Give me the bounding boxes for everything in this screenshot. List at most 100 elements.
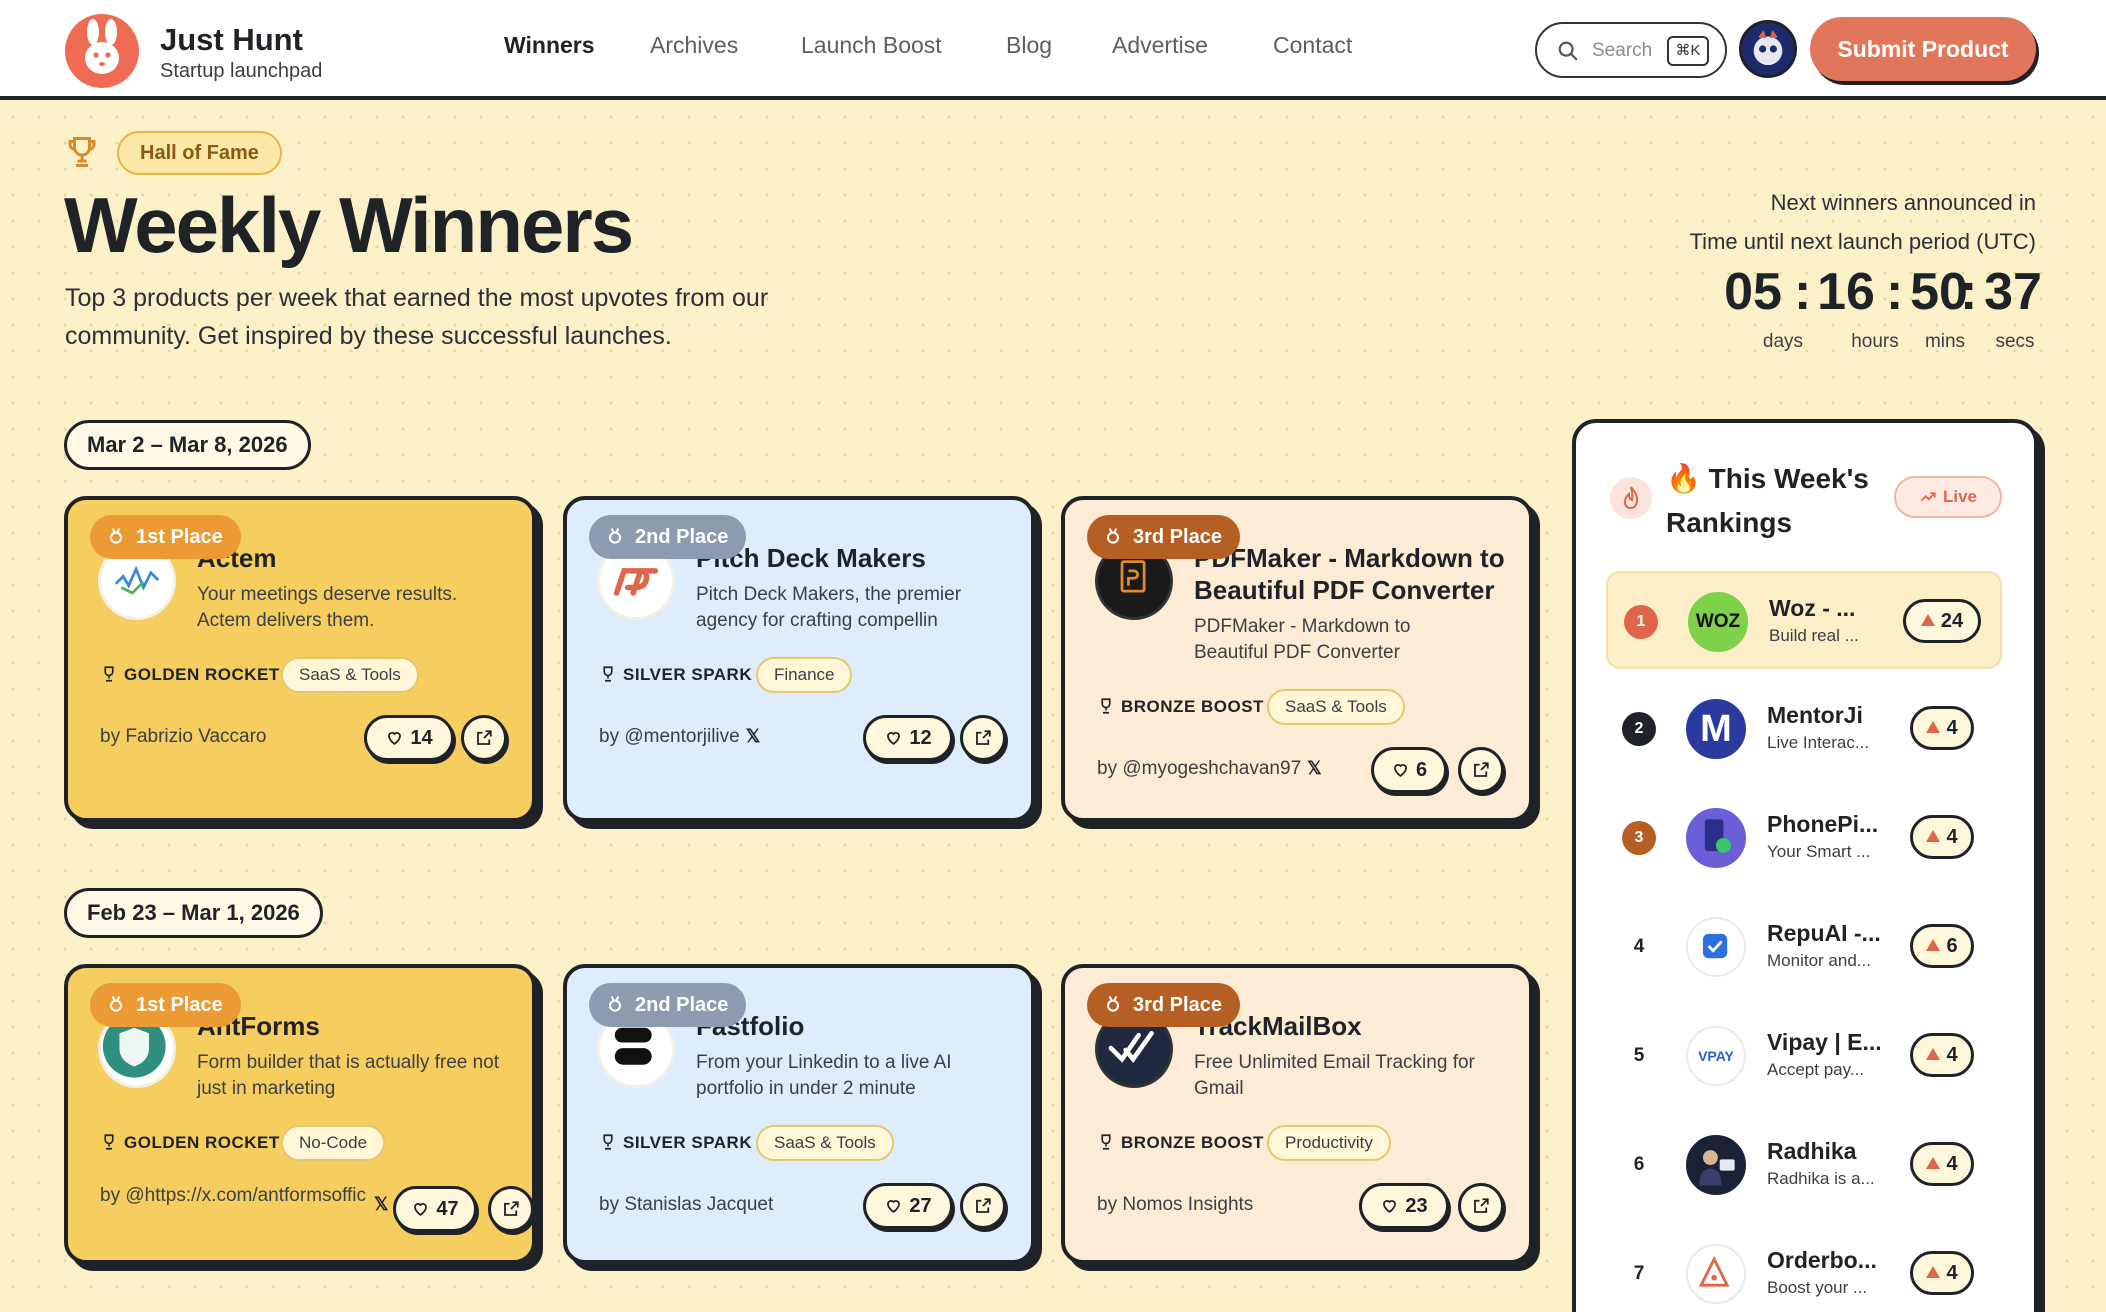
vote-count: 47 — [436, 1198, 459, 1220]
ranking-item[interactable]: 7 Orderbo... Boost your ... 4 — [1606, 1225, 2002, 1312]
user-avatar[interactable] — [1739, 20, 1797, 78]
award-label: GOLDEN ROCKET — [124, 1133, 280, 1152]
place-badge: 2nd Place — [589, 983, 747, 1027]
upvote-button[interactable]: 14 — [364, 715, 454, 761]
heart-icon — [388, 732, 402, 745]
external-link-button[interactable] — [1458, 1183, 1504, 1229]
nav-winners[interactable]: Winners — [504, 32, 595, 59]
maker-credit[interactable]: by @myogeshchavan97 𝕏 — [1097, 758, 1322, 780]
x-logo-icon[interactable]: 𝕏 — [746, 726, 761, 747]
nav-archives[interactable]: Archives — [650, 32, 738, 59]
search-box[interactable]: ⌘K — [1535, 22, 1727, 78]
countdown-mins-label: mins — [1924, 331, 1966, 352]
nav-blog[interactable]: Blog — [1006, 32, 1052, 59]
trophy-icon — [603, 666, 613, 682]
ranking-item[interactable]: 3 PhonePi... Your Smart ... 4 — [1606, 789, 2002, 887]
vote-count: 6 — [1946, 935, 1958, 957]
category-tag[interactable]: SaaS & Tools — [756, 1125, 894, 1161]
upvote-button[interactable]: 4 — [1910, 706, 1974, 750]
upvote-button[interactable]: 6 — [1910, 924, 1974, 968]
upvote-arrow-icon — [1920, 614, 1935, 626]
category-tag[interactable]: No-Code — [281, 1125, 386, 1161]
rank-number: 2 — [1622, 712, 1656, 746]
maker-credit[interactable]: by @mentorjilive 𝕏 — [599, 726, 760, 748]
countdown-separator: : — [1960, 263, 1978, 321]
search-input[interactable] — [1592, 37, 1678, 65]
upvote-arrow-icon — [1926, 1048, 1941, 1060]
category-tag[interactable]: SaaS & Tools — [1267, 689, 1405, 725]
ranking-item[interactable]: 1 WOZ Woz - ... Build real ... 24 — [1606, 571, 2002, 669]
upvote-button[interactable]: 27 — [863, 1183, 953, 1229]
rabbit-logo-icon[interactable] — [65, 14, 139, 88]
award-name: BRONZE BOOST — [1097, 1133, 1264, 1153]
product-description: Your Smart ... — [1767, 842, 1871, 861]
ranking-item[interactable]: 6 Radhika Radhika is a... 4 — [1606, 1116, 2002, 1214]
external-link-button[interactable] — [960, 1183, 1006, 1229]
x-logo-icon[interactable]: 𝕏 — [374, 1194, 389, 1215]
category-tag[interactable]: Productivity — [1267, 1125, 1391, 1161]
upvote-button[interactable]: 6 — [1371, 747, 1447, 793]
maker-credit[interactable]: by @https://x.com/antformsoffic — [100, 1182, 370, 1209]
trophy-icon — [68, 137, 96, 167]
flame-icon — [1610, 477, 1652, 519]
external-link-icon — [477, 730, 492, 745]
external-link-button[interactable] — [960, 715, 1006, 761]
trending-up-icon — [1920, 492, 1936, 502]
rank-number: 4 — [1633, 936, 1645, 957]
submit-product-button[interactable]: Submit Product — [1810, 17, 2036, 81]
upvote-button[interactable]: 4 — [1910, 1033, 1974, 1077]
product-logo — [1686, 1135, 1746, 1195]
external-link-button[interactable] — [488, 1186, 534, 1232]
maker-credit[interactable]: by Nomos Insights — [1097, 1194, 1253, 1216]
nav-contact[interactable]: Contact — [1273, 32, 1352, 59]
category-tag[interactable]: Finance — [756, 657, 853, 693]
ranking-item[interactable]: 5 VPAY Vipay | E... Accept pay... 4 — [1606, 1007, 2002, 1105]
product-description: Live Interac... — [1767, 733, 1870, 752]
product-name[interactable]: PDFMaker - Markdown to Beautiful PDF Con… — [1194, 542, 1514, 606]
ranking-item[interactable]: 4 RepuAI -... Monitor and... 6 — [1606, 898, 2002, 996]
nav-advertise[interactable]: Advertise — [1112, 32, 1208, 59]
product-description: Pitch Deck Makers, the premier agency fo… — [696, 584, 962, 631]
winner-card[interactable]: 3rd Place PDFMaker - Markdown to Beautif… — [1061, 496, 1533, 822]
brand[interactable]: Just Hunt Startup launchpad — [160, 22, 322, 84]
upvote-button[interactable]: 23 — [1359, 1183, 1449, 1229]
medal-icon — [1107, 527, 1119, 544]
upvote-button[interactable]: 12 — [863, 715, 953, 761]
winner-card[interactable]: 2nd Place Pitch Deck Makers Pitch Deck M… — [563, 496, 1035, 822]
page-subtitle: Top 3 products per week that earned the … — [65, 284, 769, 350]
heart-icon — [1394, 764, 1407, 777]
hall-of-fame-badge: Hall of Fame — [117, 131, 282, 175]
maker-credit[interactable]: by Stanislas Jacquet — [599, 1194, 773, 1216]
upvote-button[interactable]: 4 — [1910, 1251, 1974, 1295]
product-logo — [1686, 1244, 1746, 1304]
place-label: 1st Place — [136, 526, 223, 548]
upvote-button[interactable]: 24 — [1903, 599, 1981, 643]
upvote-arrow-icon — [1926, 939, 1941, 951]
medal-icon — [609, 995, 621, 1012]
external-link-button[interactable] — [1458, 747, 1504, 793]
logo-text: WOZ — [1695, 611, 1741, 632]
award-name: BRONZE BOOST — [1097, 697, 1264, 717]
x-logo-icon[interactable]: 𝕏 — [1307, 758, 1322, 779]
upvote-button[interactable]: 4 — [1910, 1142, 1974, 1186]
product-description: PDFMaker - Markdown to Beautiful PDF Con… — [1194, 616, 1411, 663]
countdown-hours: 16 — [1817, 263, 1875, 321]
winner-card[interactable]: 1st Place Actem Your meetings deserve re… — [64, 496, 536, 822]
external-link-button[interactable] — [461, 715, 507, 761]
winner-card[interactable]: 1st Place AntForms Form builder that is … — [64, 964, 536, 1264]
top-header: Just Hunt Startup launchpad Winners Arch… — [0, 0, 2106, 100]
upvote-button[interactable]: 4 — [1910, 815, 1974, 859]
upvote-button[interactable]: 47 — [393, 1186, 477, 1232]
category-tag[interactable]: SaaS & Tools — [281, 657, 419, 693]
countdown-separator: : — [1886, 263, 1904, 321]
countdown-separator: : — [1794, 263, 1812, 321]
winner-card[interactable]: 3rd Place TrackMailBox Free Unlimited Em… — [1061, 964, 1533, 1264]
maker-credit[interactable]: by Fabrizio Vaccaro — [100, 726, 267, 748]
heart-icon — [887, 732, 901, 745]
winner-card[interactable]: 2nd Place Fastfolio From your Linkedin t… — [563, 964, 1035, 1264]
ranking-item[interactable]: 2 M MentorJi Live Interac... 4 — [1606, 680, 2002, 778]
nav-launch-boost[interactable]: Launch Boost — [801, 32, 942, 59]
live-badge: Live — [1894, 476, 2002, 518]
product-name: Radhika — [1767, 1138, 1857, 1164]
product-description: Boost your ... — [1767, 1278, 1868, 1297]
